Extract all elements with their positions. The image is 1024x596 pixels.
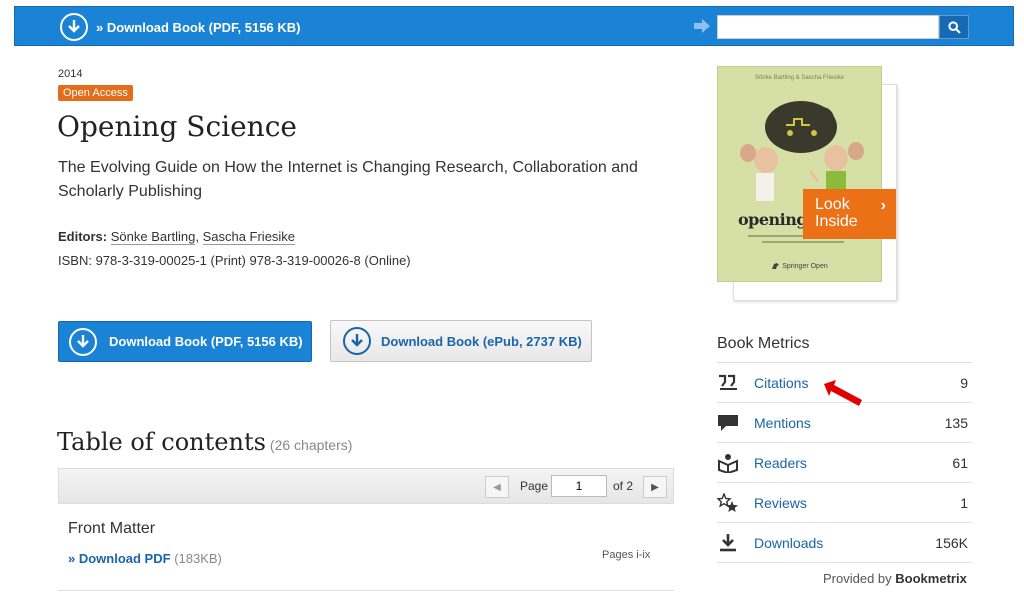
toc-chapter-count: (26 chapters) xyxy=(269,437,353,453)
download-pdf-link-text: » Download PDF xyxy=(68,551,171,566)
top-download-label: » Download Book (PDF, 5156 KB) xyxy=(96,19,301,35)
download-arrow-icon xyxy=(69,327,97,356)
springer-horse-icon xyxy=(772,263,780,269)
download-pdf-button[interactable]: Download Book (PDF, 5156 KB) xyxy=(58,321,312,362)
top-toolbar: » Download Book (PDF, 5156 KB) xyxy=(14,6,1014,46)
metric-label[interactable]: Mentions xyxy=(754,415,811,431)
metric-value: 61 xyxy=(952,454,968,471)
toc-heading: Table of contents (26 chapters) xyxy=(57,428,352,456)
download-pdf-label: Download Book (PDF, 5156 KB) xyxy=(109,334,303,349)
metric-row-reviews[interactable]: Reviews 1 xyxy=(717,483,972,523)
metrics-provider: Provided by Bookmetrix xyxy=(823,571,967,586)
look-inside-label: Look Inside xyxy=(815,196,858,230)
download-epub-label: Download Book (ePub, 2737 KB) xyxy=(381,333,582,349)
chevron-right-icon: › xyxy=(880,197,886,214)
book-title: Opening Science xyxy=(57,110,297,143)
search-button[interactable] xyxy=(939,15,969,39)
metric-value: 135 xyxy=(944,414,968,431)
download-icon xyxy=(717,531,743,555)
book-cover[interactable]: Sönke Bartling & Sascha Friesike opening… xyxy=(717,66,882,282)
quote-icon xyxy=(717,371,743,395)
editor-link-bartling[interactable]: Sönke Bartling xyxy=(110,229,196,245)
metric-value: 1 xyxy=(960,494,968,511)
top-download-book-link[interactable]: » Download Book (PDF, 5156 KB) xyxy=(60,13,300,41)
front-matter-download-link[interactable]: » Download PDF (183KB) xyxy=(68,551,222,566)
cover-publisher-text: Springer Open xyxy=(782,262,828,270)
toc-pager: ◀ Page of 2 ▶ xyxy=(58,468,674,504)
provided-by-label: Provided by xyxy=(823,571,892,586)
annotation-arrow-icon xyxy=(824,380,862,406)
magnifier-icon xyxy=(947,20,961,34)
open-access-badge: Open Access xyxy=(58,85,133,101)
download-epub-button[interactable]: Download Book (ePub, 2737 KB) xyxy=(330,320,592,362)
next-page-button[interactable]: ▶ xyxy=(643,476,667,498)
search-input[interactable] xyxy=(717,15,939,39)
editors-line: Editors: Sönke Bartling, Sascha Friesike xyxy=(58,229,296,245)
prev-page-button[interactable]: ◀ xyxy=(485,476,509,498)
toc-title-text: Table of contents xyxy=(57,428,266,456)
arrow-right-icon xyxy=(694,19,710,33)
metric-label[interactable]: Reviews xyxy=(754,495,807,511)
download-arrow-icon xyxy=(343,327,371,355)
metric-label[interactable]: Citations xyxy=(754,375,808,391)
stars-icon xyxy=(717,491,743,515)
reader-icon xyxy=(717,451,743,475)
download-pdf-size: (183KB) xyxy=(174,551,222,566)
front-matter-title: Front Matter xyxy=(68,520,156,537)
download-arrow-icon xyxy=(60,13,88,41)
editors-label: Editors: xyxy=(58,229,108,244)
page-total: of 2 xyxy=(613,479,634,493)
speech-bubble-icon xyxy=(717,411,743,435)
metric-row-downloads[interactable]: Downloads 156K xyxy=(717,523,972,563)
book-metrics-heading: Book Metrics xyxy=(717,335,810,352)
cover-authors: Sönke Bartling & Sascha Friesike xyxy=(754,75,845,81)
publication-year: 2014 xyxy=(58,68,83,80)
metric-value: 9 xyxy=(960,374,968,391)
provider-name[interactable]: Bookmetrix xyxy=(895,571,967,586)
metric-value: 156K xyxy=(935,534,968,551)
look-inside-button[interactable]: Look Inside › xyxy=(803,189,896,239)
editor-separator: , xyxy=(195,229,199,244)
editor-link-friesike[interactable]: Sascha Friesike xyxy=(202,229,296,245)
isbn-line: ISBN: 978-3-319-00025-1 (Print) 978-3-31… xyxy=(58,253,411,268)
page-number-input[interactable] xyxy=(551,475,607,497)
cover-publisher: Springer Open xyxy=(718,262,881,270)
front-matter-pages: Pages i-ix xyxy=(602,549,651,561)
metric-label[interactable]: Readers xyxy=(754,455,807,471)
metric-label[interactable]: Downloads xyxy=(754,535,823,551)
cover-book-name: opening xyxy=(738,210,808,229)
metric-row-readers[interactable]: Readers 61 xyxy=(717,443,972,483)
divider xyxy=(58,590,674,591)
page-label: Page xyxy=(520,479,549,493)
book-subtitle: The Evolving Guide on How the Internet i… xyxy=(58,159,638,200)
